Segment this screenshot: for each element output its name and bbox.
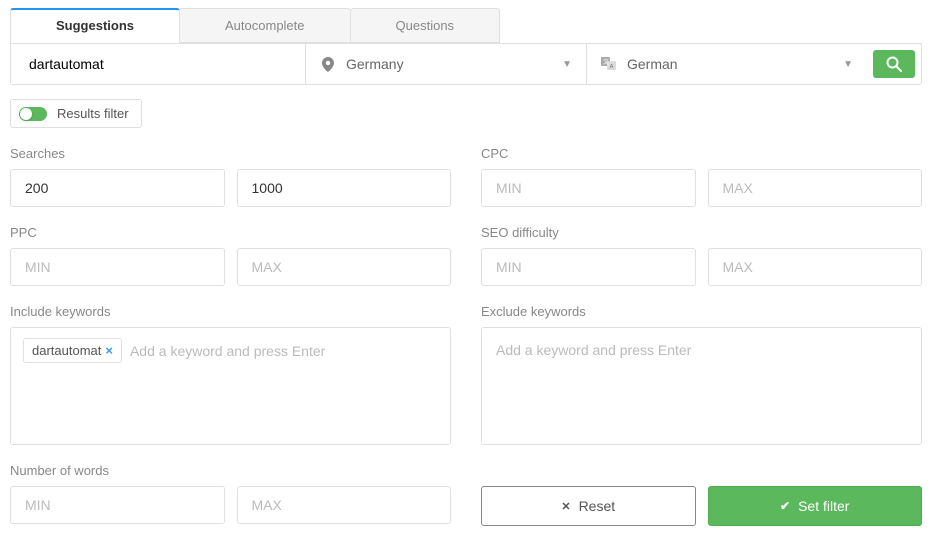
set-filter-button[interactable]: ✔ Set filter	[708, 486, 923, 526]
numwords-max-input[interactable]	[237, 486, 452, 524]
tab-questions[interactable]: Questions	[350, 8, 501, 43]
country-text: Germany	[346, 56, 552, 72]
language-dropdown[interactable]: 文A German ▼	[587, 44, 867, 84]
searches-min-input[interactable]	[10, 169, 225, 207]
numwords-min-input[interactable]	[10, 486, 225, 524]
country-dropdown[interactable]: Germany ▼	[306, 44, 586, 84]
seo-label: SEO difficulty	[481, 225, 922, 240]
cpc-max-input[interactable]	[708, 169, 923, 207]
toggle-switch-icon	[19, 107, 47, 121]
svg-text:A: A	[610, 65, 614, 71]
exclude-keyword-input[interactable]	[494, 338, 909, 362]
svg-text:文: 文	[603, 58, 609, 66]
set-filter-button-label: Set filter	[798, 498, 849, 514]
chevron-down-icon: ▼	[562, 59, 572, 70]
close-icon: ✕	[561, 500, 570, 513]
tab-autocomplete[interactable]: Autocomplete	[179, 8, 351, 43]
translate-icon: 文A	[601, 57, 617, 71]
include-keywords-box[interactable]: dartautomat ×	[10, 327, 451, 445]
searches-label: Searches	[10, 146, 451, 161]
remove-tag-icon[interactable]: ×	[105, 343, 113, 358]
cpc-min-input[interactable]	[481, 169, 696, 207]
include-keyword-input[interactable]	[128, 338, 438, 363]
reset-button[interactable]: ✕ Reset	[481, 486, 696, 526]
keyword-input[interactable]	[11, 44, 305, 84]
ppc-min-input[interactable]	[10, 248, 225, 286]
keyword-tag-text: dartautomat	[32, 343, 101, 358]
cpc-label: CPC	[481, 146, 922, 161]
chevron-down-icon: ▼	[843, 59, 853, 70]
reset-button-label: Reset	[579, 498, 616, 514]
exclude-label: Exclude keywords	[481, 304, 922, 319]
results-filter-label: Results filter	[57, 106, 129, 121]
numwords-label: Number of words	[10, 463, 451, 478]
location-pin-icon	[320, 57, 336, 72]
include-label: Include keywords	[10, 304, 451, 319]
tab-suggestions[interactable]: Suggestions	[10, 8, 180, 43]
searches-max-input[interactable]	[237, 169, 452, 207]
seo-min-input[interactable]	[481, 248, 696, 286]
search-button[interactable]	[873, 50, 915, 78]
ppc-max-input[interactable]	[237, 248, 452, 286]
keyword-tag: dartautomat ×	[23, 338, 122, 363]
ppc-label: PPC	[10, 225, 451, 240]
seo-max-input[interactable]	[708, 248, 923, 286]
language-text: German	[627, 56, 833, 72]
check-icon: ✔	[780, 499, 790, 513]
search-icon	[886, 56, 902, 72]
exclude-keywords-box[interactable]	[481, 327, 922, 445]
results-filter-toggle[interactable]: Results filter	[10, 99, 142, 128]
